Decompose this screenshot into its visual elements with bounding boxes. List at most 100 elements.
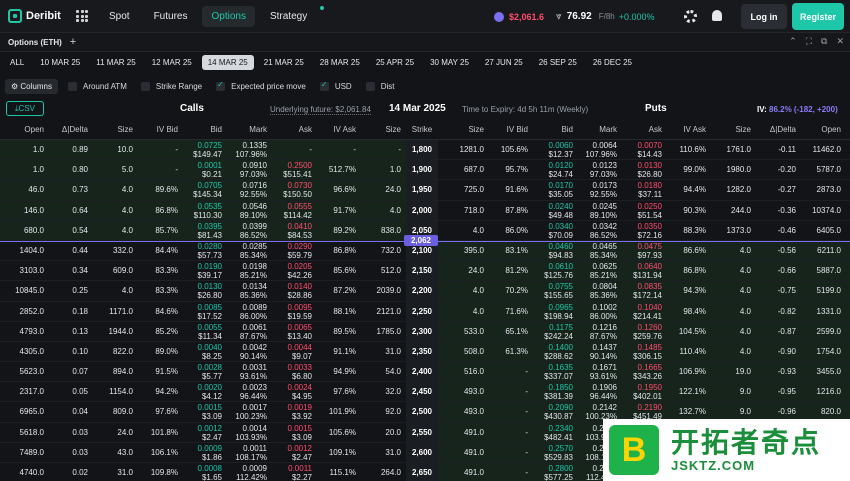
expiry-tabs: ALL 10 MAR 25 11 MAR 25 12 MAR 25 14 MAR 25 2… xyxy=(0,52,850,72)
value-cell: 92.0 xyxy=(385,407,401,417)
checkbox-icon[interactable] xyxy=(365,81,375,91)
filter-expected-price-move[interactable]: Expected price move xyxy=(216,80,306,91)
iv-value: 86.2% (-182, +200) xyxy=(769,105,838,114)
value-cell: 2121.0 xyxy=(376,306,401,316)
value-cell: 732.0 xyxy=(380,245,401,255)
columns-button[interactable]: ⚙ Columns xyxy=(5,78,58,94)
filter-label: USD xyxy=(334,81,352,91)
filter-label: Around ATM xyxy=(82,81,127,91)
filter-label: Strike Range xyxy=(155,81,203,91)
table-row: 1.0 0.80 5.0-0.0001 $0.21 0.0910 97.03% 0.2500… xyxy=(0,160,850,181)
value-cell: 1754.0 xyxy=(816,346,841,356)
underlying-future[interactable]: Underlying future: $2,061.84 xyxy=(270,105,371,115)
checkbox-icon[interactable] xyxy=(319,80,329,91)
value-cell: 5787.0 xyxy=(816,165,841,175)
value-cell: 838.0 xyxy=(380,225,401,235)
value-cell: - xyxy=(398,145,401,154)
nav-options[interactable]: Options xyxy=(202,5,255,27)
value-cell: 5887.0 xyxy=(816,266,841,276)
funding-label: F/8h xyxy=(598,12,615,21)
dvol-value: 76.92 xyxy=(566,11,592,22)
table-row: 146.0 0.64 4.0 86.8% 0.0535 $110.30 0.0546 89.1… xyxy=(0,200,850,221)
iv-prefix: IV: xyxy=(757,105,767,114)
login-button[interactable]: Log in xyxy=(741,4,787,29)
expiry-tab[interactable]: 28 MAR 25 xyxy=(314,55,366,70)
deribit-logo[interactable]: Deribit xyxy=(8,9,66,23)
nav-spot[interactable]: Spot xyxy=(100,6,139,27)
dvol-icon: ⩔ xyxy=(556,11,562,22)
expand-icon[interactable]: ⌃ xyxy=(789,36,797,47)
table-row: 2852.0 0.18 1171.0 84.6% 0.0085 $17.52 0.0089 8… xyxy=(0,301,850,322)
value-cell: 20.0 xyxy=(385,427,401,437)
value-cell: 31.0 xyxy=(385,346,401,356)
expiry-tab[interactable]: 26 SEP 25 xyxy=(533,55,583,70)
expiry-tab[interactable]: 11 MAR 25 xyxy=(90,55,141,70)
nav-futures[interactable]: Futures xyxy=(145,6,197,27)
register-button[interactable]: Register xyxy=(792,3,844,30)
checkbox-icon[interactable] xyxy=(67,81,77,91)
value-cell: 1331.0 xyxy=(816,306,841,316)
filter-label: Expected price move xyxy=(231,81,306,91)
value-cell: 6405.0 xyxy=(816,225,841,235)
close-icon[interactable]: ✕ xyxy=(836,36,844,47)
table-row: 10845.0 0.25 4.0 83.3% 0.0130 $26.80 0.0134 85.… xyxy=(0,281,850,302)
expiry-tab[interactable]: 12 MAR 25 xyxy=(146,55,198,70)
expiry-tab[interactable]: ALL xyxy=(4,55,30,70)
puts-heading: Puts xyxy=(645,103,667,114)
value-cell: 32.0 xyxy=(385,387,401,397)
expiry-tab[interactable]: 25 APR 25 xyxy=(370,55,420,70)
value-cell: 31.0 xyxy=(385,447,401,457)
csv-label: CSV xyxy=(18,104,35,113)
table-row: 3103.0 0.34 609.0 83.3% 0.0190 $39.17 0.0198 85… xyxy=(0,261,850,282)
notifications-bell-icon[interactable] xyxy=(712,10,722,21)
expiry-tab[interactable]: 30 MAY 25 xyxy=(424,55,475,70)
calls-col-header[interactable]: Size xyxy=(341,125,401,134)
value-cell: 3455.0 xyxy=(816,367,841,377)
table-row: 1.0 0.89 10.0-0.0725 $149.47 0.1335 107.96% - -… xyxy=(0,140,850,161)
brand-name: Deribit xyxy=(26,10,61,22)
eth-ticker: $2,061.6 ⩔ 76.92 F/8h +0.000% xyxy=(494,0,655,33)
expiry-tab[interactable]: 14 MAR 25 xyxy=(201,54,254,70)
puts-col-header[interactable]: Open xyxy=(781,125,841,134)
value-cell: 2599.0 xyxy=(816,326,841,336)
value-cell: 11462.0 xyxy=(812,145,841,154)
expiry-tab[interactable]: 21 MAR 25 xyxy=(258,55,310,70)
fullscreen-icon[interactable]: ⛶ xyxy=(806,36,812,47)
atm-iv: IV: 86.2% (-182, +200) xyxy=(757,105,838,114)
checkbox-icon[interactable] xyxy=(140,81,150,91)
filter-strike-range[interactable]: Strike Range xyxy=(140,81,203,91)
value-cell: 5199.0 xyxy=(816,286,841,296)
apps-grid-icon[interactable] xyxy=(76,10,88,22)
filter-label: Dist xyxy=(380,81,395,91)
value-cell: 1216.0 xyxy=(816,387,841,397)
top-nav: Deribit Spot Futures Options Strategy xyxy=(0,0,850,33)
checkbox-icon[interactable] xyxy=(216,80,226,91)
funding-value: +0.000% xyxy=(618,11,655,22)
table-row: 4305.0 0.10 822.0 89.0% 0.0040 $8.25 0.0042 90.… xyxy=(0,341,850,363)
nav-strategy[interactable]: Strategy xyxy=(261,6,316,27)
add-panel-icon[interactable]: + xyxy=(70,36,76,48)
expiry-date-heading: 14 Mar 2025 xyxy=(389,103,446,114)
filter-dist[interactable]: Dist xyxy=(365,81,395,91)
popout-icon[interactable]: ⧉ xyxy=(821,36,827,47)
value-cell: 24.0 xyxy=(385,185,401,195)
options-panel-header: Options (ETH) + ⌃ ⛶ ⧉ ✕ xyxy=(0,33,850,52)
value-cell: 2039.0 xyxy=(376,286,401,296)
expiry-tab[interactable]: 26 DEC 25 xyxy=(587,55,638,70)
filter-usd[interactable]: USD xyxy=(319,80,352,91)
watermark-banner: B 开拓者奇点 JSKTZ.COM xyxy=(603,419,850,481)
watermark-title: 开拓者奇点 xyxy=(671,426,822,458)
settings-gear-icon[interactable] xyxy=(684,10,697,23)
watermark-url: JSKTZ.COM xyxy=(671,457,756,473)
eth-icon xyxy=(494,11,504,22)
strategy-new-dot xyxy=(320,5,325,10)
table-row: 2317.0 0.05 1154.0 94.2% 0.0020 $4.12 0.0023 96… xyxy=(0,382,850,403)
calls-heading: Calls xyxy=(180,103,204,114)
filter-row: ⚙ Columns Around ATM Strike Range Expected… xyxy=(0,76,850,96)
expiry-tab[interactable]: 27 JUN 25 xyxy=(479,55,529,70)
watermark-logo: B xyxy=(609,425,659,475)
value-cell: 512.0 xyxy=(380,266,401,276)
expiry-tab[interactable]: 10 MAR 25 xyxy=(34,55,86,70)
csv-download-button[interactable]: ⤓ CSV xyxy=(6,101,44,116)
filter-around-atm[interactable]: Around ATM xyxy=(67,81,127,91)
